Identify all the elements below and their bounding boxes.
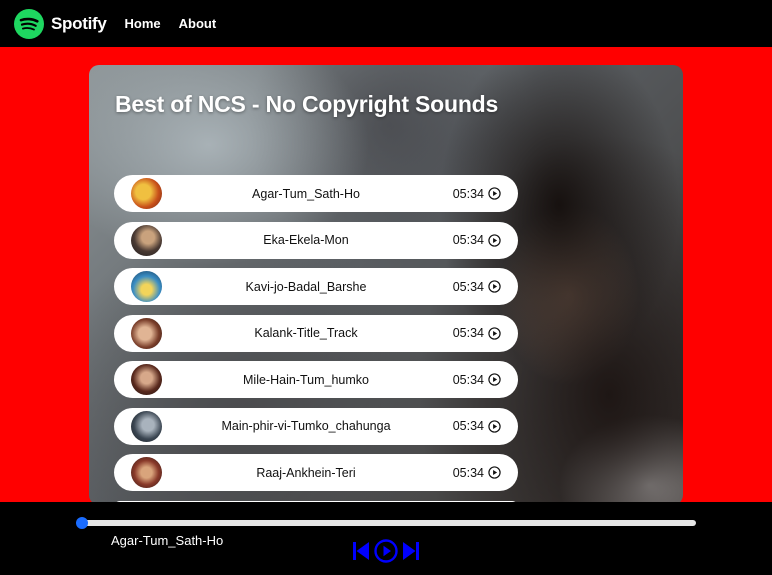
- song-cover: [131, 224, 162, 256]
- next-icon[interactable]: [402, 540, 420, 562]
- song-list: Agar-Tum_Sath-Ho 05:34 Eka-Ekela-Mon 05:…: [114, 175, 518, 505]
- play-circle-icon[interactable]: [488, 326, 501, 340]
- navbar: Spotify Home About: [0, 0, 772, 47]
- song-duration-group: 05:34: [453, 233, 501, 247]
- previous-icon[interactable]: [352, 540, 370, 562]
- song-name: Mile-Hain-Tum_humko: [243, 372, 369, 387]
- song-item[interactable]: Eka-Ekela-Mon 05:34: [114, 221, 518, 259]
- nav-link-about[interactable]: About: [179, 16, 217, 31]
- song-item[interactable]: Mile-Hain-Tum_humko 05:34: [114, 361, 518, 398]
- song-duration-group: 05:34: [453, 466, 501, 480]
- song-duration: 05:34: [452, 419, 484, 433]
- song-duration-group: 05:34: [453, 280, 501, 294]
- playlist-card: Best of NCS - No Copyright Sounds Agar-T…: [89, 65, 683, 505]
- song-duration-group: 05:34: [453, 326, 501, 340]
- song-item[interactable]: Agar-Tum_Sath-Ho 05:34: [114, 175, 518, 212]
- progress-handle[interactable]: [76, 517, 88, 529]
- song-cover: [131, 410, 162, 442]
- song-name: Main-phir-vi-Tumko_chahunga: [221, 419, 391, 433]
- song-name: Eka-Ekela-Mon: [263, 233, 349, 247]
- player-controls: [352, 539, 420, 563]
- song-cover: [131, 271, 162, 302]
- song-duration: 05:34: [452, 372, 484, 387]
- song-name: Raaj-Ankhein-Teri: [256, 465, 356, 480]
- song-cover: [131, 317, 162, 349]
- song-name: Agar-Tum_Sath-Ho: [252, 186, 360, 201]
- play-circle-icon[interactable]: [488, 419, 501, 433]
- spotify-logo-icon: [14, 8, 44, 39]
- song-duration: 05:34: [452, 279, 484, 294]
- play-circle-icon[interactable]: [374, 539, 398, 563]
- play-circle-icon[interactable]: [488, 233, 501, 247]
- play-circle-icon[interactable]: [488, 373, 501, 386]
- brand-name: Spotify: [51, 13, 107, 33]
- play-circle-icon[interactable]: [488, 187, 501, 200]
- progress-bar[interactable]: [76, 517, 696, 529]
- nav-link-home[interactable]: Home: [125, 16, 161, 31]
- song-duration-group: 05:34: [453, 373, 501, 387]
- song-duration: 05:34: [452, 326, 484, 340]
- song-duration-group: 05:34: [453, 187, 501, 201]
- song-name: Kavi-jo-Badal_Barshe: [245, 279, 367, 294]
- song-item[interactable]: Raaj-Ankhein-Teri 05:34: [114, 454, 518, 491]
- now-playing-title: Agar-Tum_Sath-Ho: [111, 533, 224, 548]
- song-cover: [131, 457, 162, 488]
- song-duration: 05:34: [452, 465, 484, 480]
- song-name: Kalank-Title_Track: [254, 326, 358, 340]
- playlist-title: Best of NCS - No Copyright Sounds: [115, 91, 499, 117]
- play-circle-icon[interactable]: [488, 280, 501, 293]
- song-duration: 05:34: [452, 233, 484, 247]
- song-cover: [131, 178, 162, 209]
- song-duration: 05:34: [452, 186, 484, 201]
- play-circle-icon[interactable]: [488, 466, 501, 479]
- song-item[interactable]: Kavi-jo-Badal_Barshe 05:34: [114, 268, 518, 305]
- song-item[interactable]: Kalank-Title_Track 05:34: [114, 314, 518, 352]
- song-item[interactable]: Main-phir-vi-Tumko_chahunga 05:34: [114, 407, 518, 445]
- player-bar: Agar-Tum_Sath-Ho: [0, 502, 772, 575]
- brand[interactable]: Spotify: [14, 8, 107, 39]
- song-cover: [131, 364, 162, 395]
- song-duration-group: 05:34: [453, 419, 501, 433]
